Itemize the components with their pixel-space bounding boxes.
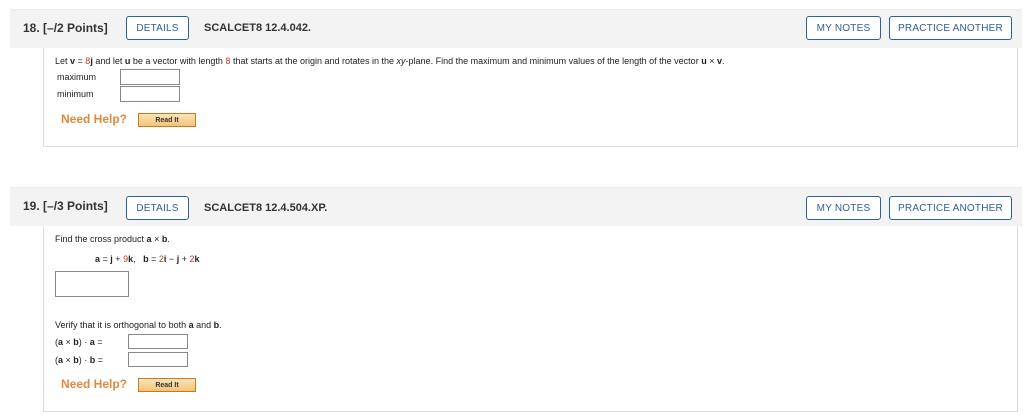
practice-another-button[interactable]: PRACTICE ANOTHER: [889, 196, 1012, 220]
question-18-prompt: Let v = 8j and let u be a vector with le…: [55, 56, 725, 66]
need-help-label: Need Help?: [61, 377, 128, 391]
dot-b-input[interactable]: [128, 352, 188, 367]
question-18-body: Let v = 8j and let u be a vector with le…: [43, 48, 1018, 147]
read-it-button[interactable]: Read It: [138, 113, 196, 127]
question-18-header: 18. [–/2 Points] DETAILS SCALCET8 12.4.0…: [10, 9, 1022, 48]
minimum-label: minimum: [57, 89, 94, 99]
maximum-label: maximum: [57, 72, 97, 82]
read-it-button[interactable]: Read It: [138, 378, 196, 392]
maximum-input[interactable]: [120, 69, 180, 85]
question-19-number-points: 19. [–/3 Points]: [23, 199, 108, 213]
question-19-header: 19. [–/3 Points] DETAILS SCALCET8 12.4.5…: [10, 187, 1022, 226]
dot-b-label: (a × b) · b =: [55, 355, 104, 365]
minimum-input[interactable]: [120, 86, 180, 102]
cross-product-input[interactable]: [55, 271, 129, 297]
my-notes-button[interactable]: MY NOTES: [806, 196, 881, 220]
question-19-body: Find the cross product a × b. a = j + 9k…: [43, 226, 1018, 412]
dot-a-input[interactable]: [128, 334, 188, 349]
details-button[interactable]: DETAILS: [126, 196, 189, 220]
given-vectors: a = j + 9k, b = 2i − j + 2k: [95, 254, 200, 264]
details-button[interactable]: DETAILS: [126, 16, 189, 40]
practice-another-button[interactable]: PRACTICE ANOTHER: [889, 16, 1012, 40]
dot-a-label: (a × b) · a =: [55, 337, 103, 347]
question-19-prompt: Find the cross product a × b.: [55, 234, 170, 244]
verify-text: Verify that it is orthogonal to both a a…: [55, 320, 222, 330]
question-18-number-points: 18. [–/2 Points]: [23, 21, 108, 35]
question-19-code: SCALCET8 12.4.504.XP.: [204, 202, 328, 214]
question-18-code: SCALCET8 12.4.042.: [204, 22, 311, 34]
need-help-label: Need Help?: [61, 112, 128, 126]
my-notes-button[interactable]: MY NOTES: [806, 16, 881, 40]
